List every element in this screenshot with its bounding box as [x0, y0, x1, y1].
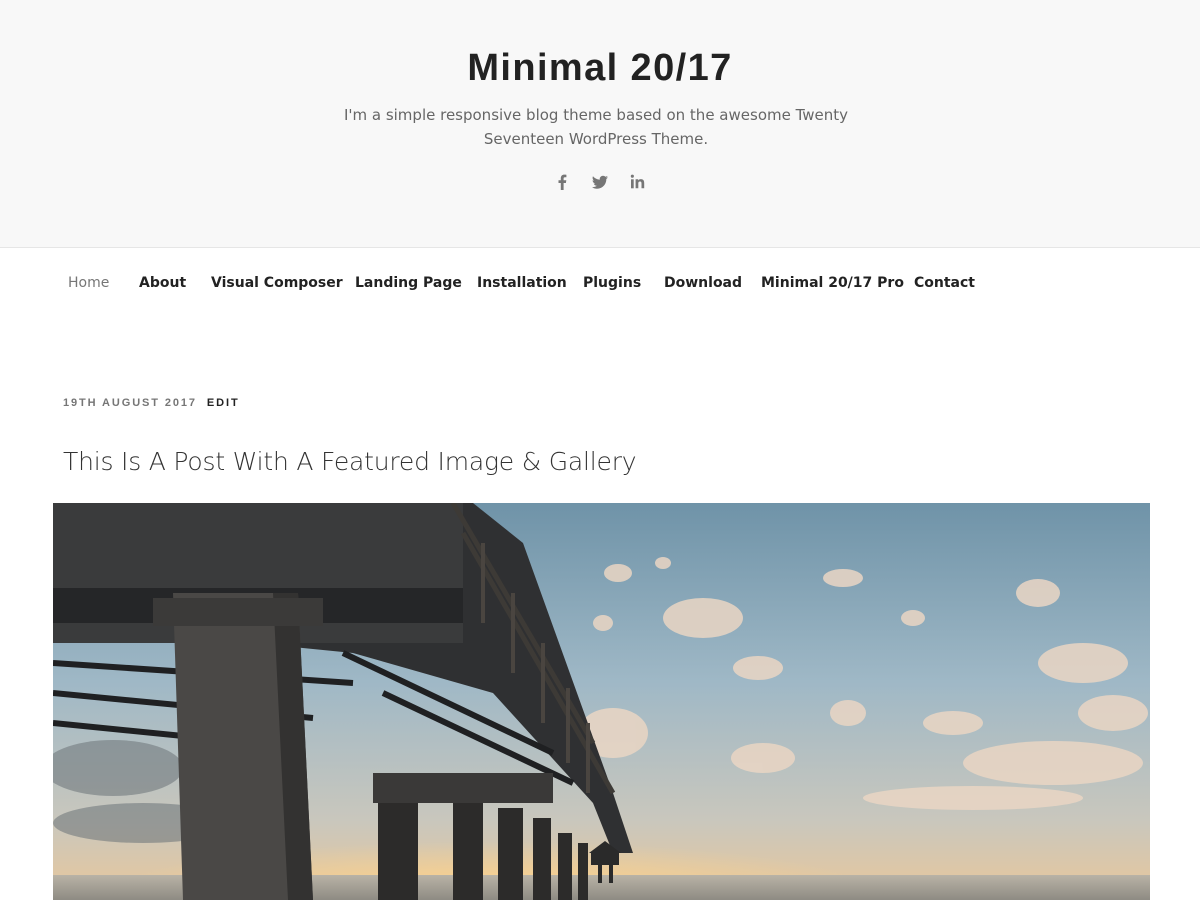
linkedin-link[interactable] [626, 170, 650, 194]
nav-item-installation[interactable]: Installation [477, 275, 567, 291]
facebook-icon [558, 174, 566, 190]
entry-meta: 19th August 2017 Edit [63, 397, 240, 409]
nav-item-visual-composer[interactable]: Visual Composer [211, 275, 343, 291]
linkedin-icon [631, 174, 645, 189]
nav-item-minimal-pro[interactable]: Minimal 20/17 Pro [761, 275, 904, 291]
twitter-icon [592, 175, 608, 189]
nav-item-plugins[interactable]: Plugins [583, 275, 641, 291]
main-navigation: Home About Visual Composer Landing Page … [0, 248, 1200, 320]
twitter-link[interactable] [588, 170, 612, 194]
nav-item-download[interactable]: Download [664, 275, 742, 291]
featured-image-graphic [53, 503, 1150, 900]
nav-item-contact[interactable]: Contact [914, 275, 975, 291]
nav-item-about[interactable]: About [139, 275, 186, 291]
site-title[interactable]: Minimal 20/17 [0, 47, 1200, 90]
social-links [0, 170, 1200, 194]
featured-image[interactable] [53, 503, 1150, 900]
edit-link[interactable]: Edit [207, 397, 240, 409]
post-date[interactable]: 19th August 2017 [63, 397, 197, 409]
post-title[interactable]: This Is A Post With A Featured Image & G… [63, 447, 637, 476]
nav-item-home[interactable]: Home [68, 275, 109, 291]
site-header: Minimal 20/17 I'm a simple responsive bl… [0, 0, 1200, 248]
site-description: I'm a simple responsive blog theme based… [343, 106, 849, 148]
facebook-link[interactable] [550, 170, 574, 194]
nav-item-landing-page[interactable]: Landing Page [355, 275, 462, 291]
